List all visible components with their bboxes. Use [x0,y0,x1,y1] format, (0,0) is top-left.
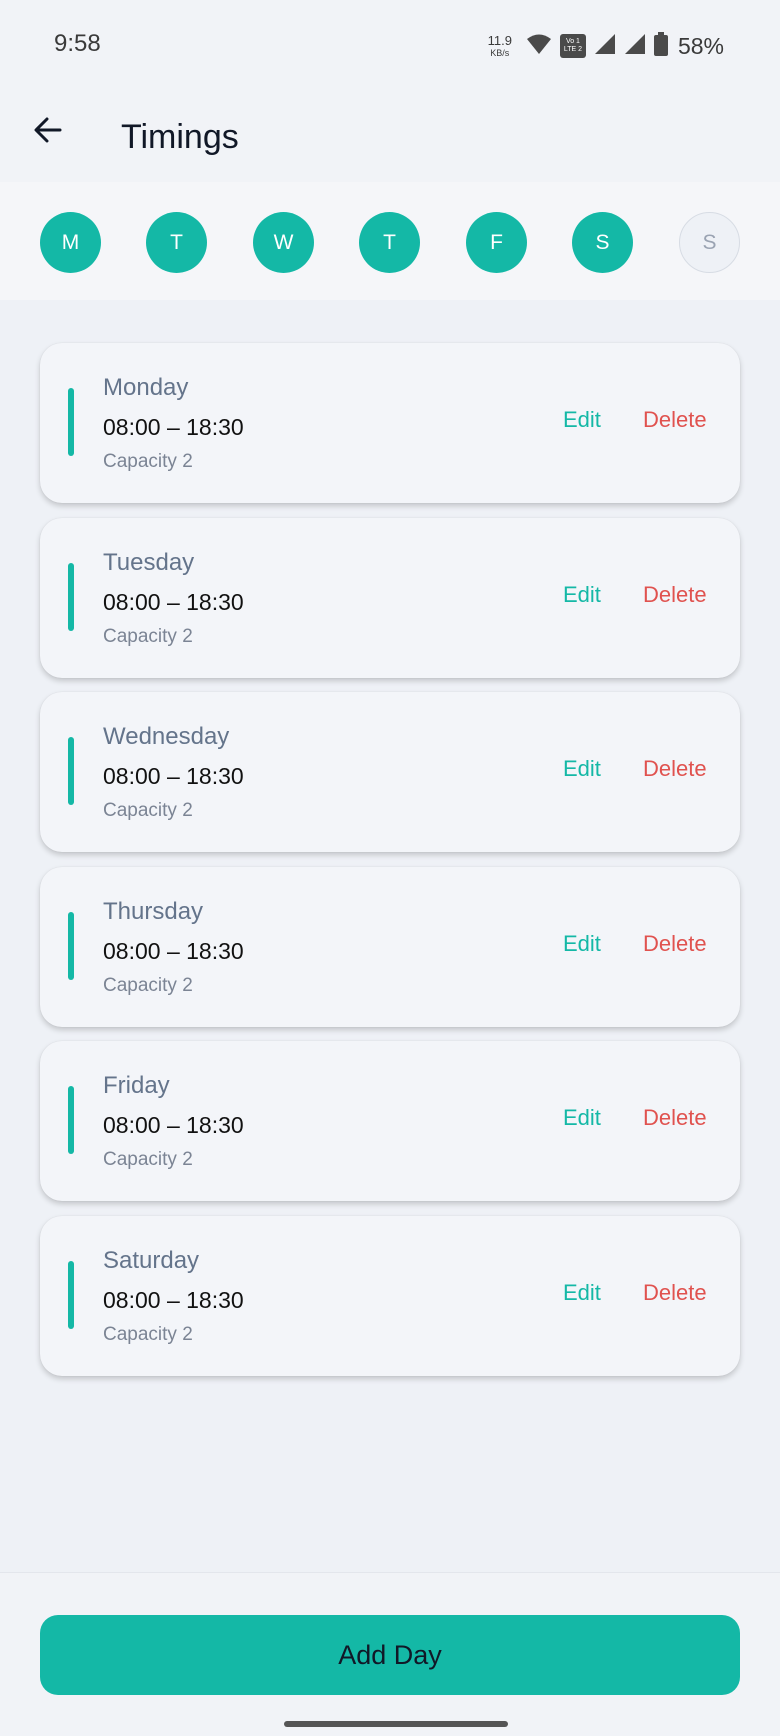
timing-card-saturday: Saturday 08:00 – 18:30 Capacity 2 Edit D… [40,1216,740,1376]
day-toggle-friday[interactable]: F [466,212,527,273]
card-hours: 08:00 – 18:30 [103,1287,244,1313]
delete-button[interactable]: Delete [643,1280,707,1306]
delete-button[interactable]: Delete [643,1105,707,1131]
battery-icon [653,31,668,61]
day-toggle-tuesday[interactable]: T [146,212,207,273]
card-accent-bar [68,1261,74,1329]
network-speed-value: 11.9 [487,33,512,48]
edit-button[interactable]: Edit [563,1105,601,1131]
edit-button[interactable]: Edit [563,756,601,782]
day-toggle-monday[interactable]: M [40,212,101,273]
card-hours: 08:00 – 18:30 [103,763,244,789]
card-accent-bar [68,563,74,631]
delete-button[interactable]: Delete [643,582,707,608]
home-indicator[interactable] [284,1721,508,1727]
bottom-bar: Add Day [0,1572,780,1736]
day-toggle-thursday[interactable]: T [359,212,420,273]
card-accent-bar [68,737,74,805]
card-accent-bar [68,388,74,456]
status-bar: 9:58 11.9 KB/s Vo 1 LTE 2 58% [0,0,780,90]
card-day-name: Friday [103,1072,170,1099]
card-capacity: Capacity 2 [103,626,193,647]
card-accent-bar [68,912,74,980]
signal-icon [594,33,616,60]
page-title: Timings [121,118,239,156]
add-day-button[interactable]: Add Day [40,1615,740,1695]
volte-top-text: Vo 1 [565,38,580,46]
day-selector: M T W T F S S [0,182,780,300]
card-hours: 08:00 – 18:30 [103,1112,244,1138]
card-capacity: Capacity 2 [103,800,193,821]
timing-card-monday: Monday 08:00 – 18:30 Capacity 2 Edit Del… [40,343,740,503]
day-toggle-saturday[interactable]: S [572,212,633,273]
timing-card-friday: Friday 08:00 – 18:30 Capacity 2 Edit Del… [40,1041,740,1201]
signal-icon [624,33,646,60]
day-toggle-sunday[interactable]: S [679,212,740,273]
card-capacity: Capacity 2 [103,975,193,996]
status-icons: 11.9 KB/s Vo 1 LTE 2 58% [488,30,724,62]
card-day-name: Saturday [103,1247,200,1274]
card-day-name: Thursday [103,898,204,925]
card-hours: 08:00 – 18:30 [103,414,244,440]
arrow-left-icon [32,114,64,151]
edit-button[interactable]: Edit [563,582,601,608]
delete-button[interactable]: Delete [643,756,707,782]
network-speed-unit: KB/s [490,48,510,58]
edit-button[interactable]: Edit [563,931,601,957]
volte-bottom-text: LTE 2 [563,46,583,53]
day-toggle-wednesday[interactable]: W [253,212,314,273]
back-button[interactable] [28,112,68,152]
battery-percent: 58% [677,32,724,59]
status-time: 9:58 [54,30,101,57]
timing-card-wednesday: Wednesday 08:00 – 18:30 Capacity 2 Edit … [40,692,740,852]
card-capacity: Capacity 2 [103,1324,193,1345]
card-day-name: Monday [103,374,189,401]
wifi-icon [526,33,552,60]
card-day-name: Wednesday [103,723,230,750]
edit-button[interactable]: Edit [563,407,601,433]
card-hours: 08:00 – 18:30 [103,589,244,615]
delete-button[interactable]: Delete [643,931,707,957]
timing-card-tuesday: Tuesday 08:00 – 18:30 Capacity 2 Edit De… [40,518,740,678]
edit-button[interactable]: Edit [563,1280,601,1306]
network-speed: 11.9 KB/s [488,34,512,58]
delete-button[interactable]: Delete [643,407,707,433]
card-accent-bar [68,1086,74,1154]
card-capacity: Capacity 2 [103,1149,193,1170]
timing-card-thursday: Thursday 08:00 – 18:30 Capacity 2 Edit D… [40,867,740,1027]
card-capacity: Capacity 2 [103,451,193,472]
volte-icon: Vo 1 LTE 2 [559,34,586,58]
app-header: Timings [0,90,780,182]
card-hours: 08:00 – 18:30 [103,938,244,964]
card-day-name: Tuesday [103,549,195,576]
